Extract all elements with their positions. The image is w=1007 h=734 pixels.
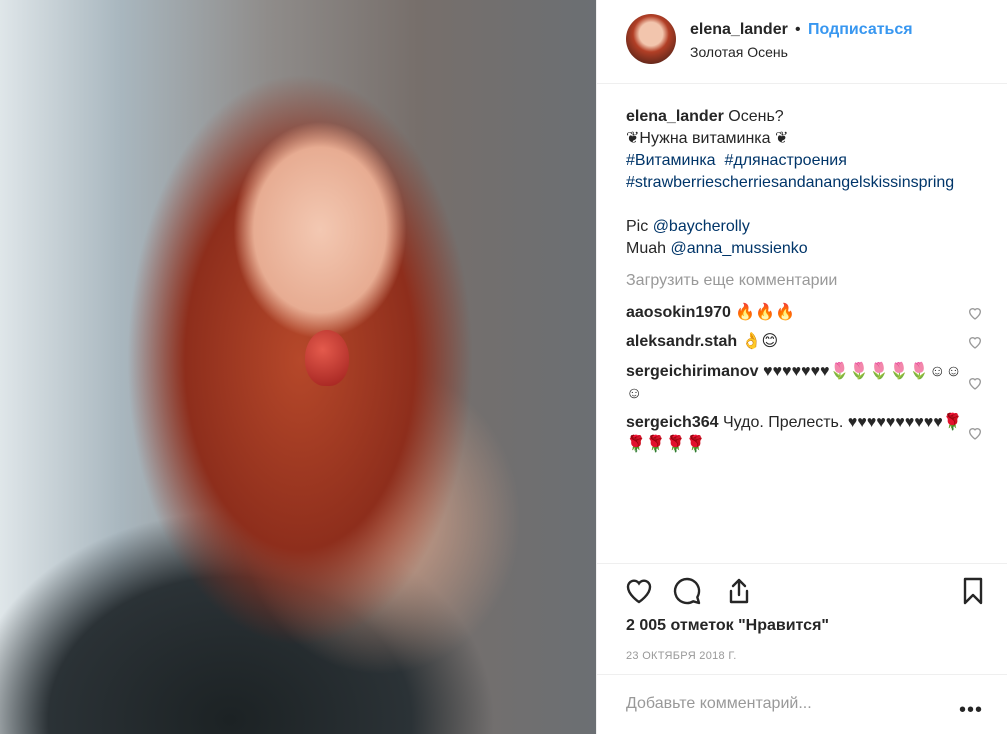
caption-pic-line: Pic @baycherolly <box>626 216 996 238</box>
instagram-post: elena_lander • Подписаться Золотая Осень… <box>0 0 1007 734</box>
post-sidebar: elena_lander • Подписаться Золотая Осень… <box>596 0 1007 734</box>
comment-item: aleksandr.stah 👌😊 <box>626 331 966 353</box>
load-more-comments-button[interactable]: Загрузить еще комментарии <box>626 272 837 290</box>
post-date[interactable]: 23 ОКТЯБРЯ 2018 Г. <box>626 650 737 662</box>
caption-tags-row: #Витаминка #длянастроения <box>626 150 996 172</box>
location-link[interactable]: Золотая Осень <box>690 44 788 60</box>
small-heart-icon[interactable] <box>967 305 983 321</box>
caption: elena_lander Осень? ❦Нужна витаминка ❦ #… <box>626 106 996 260</box>
caption-line-1: elena_lander Осень? <box>626 106 996 128</box>
add-comment-input[interactable] <box>626 695 946 713</box>
caption-username[interactable]: elena_lander <box>626 108 724 125</box>
mention-link[interactable]: @baycherolly <box>653 218 750 235</box>
caption-text: Осень? <box>728 108 784 125</box>
avatar[interactable] <box>626 14 676 64</box>
more-options-icon[interactable]: ••• <box>959 699 983 722</box>
header-username[interactable]: elena_lander <box>690 21 788 39</box>
follow-button[interactable]: Подписаться <box>808 21 913 39</box>
comment-bubble-icon[interactable] <box>671 575 703 607</box>
hashtag-link[interactable]: #strawberriescherriesandanangelskissinsp… <box>626 172 996 194</box>
comment-username[interactable]: sergeich364 <box>626 414 719 431</box>
comment-item: sergeichirimanov ♥♥♥♥♥♥♥🌷🌷🌷🌷🌷☺☺☺ <box>626 361 966 405</box>
mention-link[interactable]: @anna_mussienko <box>670 240 807 257</box>
comment-text: 🔥🔥🔥 <box>735 304 796 321</box>
header-bullet: • <box>795 21 801 38</box>
comment-username[interactable]: aaosokin1970 <box>626 304 731 321</box>
hashtag-link[interactable]: #длянастроения <box>724 152 846 169</box>
small-heart-icon[interactable] <box>967 425 983 441</box>
bookmark-icon[interactable] <box>957 575 989 607</box>
comment-text: 👌😊 <box>741 333 779 350</box>
caption-line-2: ❦Нужна витаминка ❦ <box>626 130 789 147</box>
strawberry-shape <box>305 330 349 386</box>
pic-prefix: Pic <box>626 218 649 235</box>
post-photo[interactable] <box>0 0 596 734</box>
small-heart-icon[interactable] <box>967 375 983 391</box>
actions-divider <box>597 563 1007 564</box>
add-comment-section: ••• <box>597 674 1007 734</box>
comment-item: aaosokin1970 🔥🔥🔥 <box>626 302 966 324</box>
heart-icon[interactable] <box>623 575 655 607</box>
comment-username[interactable]: aleksandr.stah <box>626 333 737 350</box>
small-heart-icon[interactable] <box>967 334 983 350</box>
comment-item: sergeich364 Чудо. Прелесть. ♥♥♥♥♥♥♥♥♥♥🌹🌹… <box>626 412 966 456</box>
likes-count[interactable]: 2 005 отметок "Нравится" <box>626 617 829 635</box>
caption-muah-line: Muah @anna_mussienko <box>626 238 996 260</box>
muah-prefix: Muah <box>626 240 667 257</box>
post-header: elena_lander • Подписаться Золотая Осень <box>597 0 1007 84</box>
hashtag-link[interactable]: #Витаминка <box>626 152 716 169</box>
comment-username[interactable]: sergeichirimanov <box>626 363 759 380</box>
share-icon[interactable] <box>723 575 755 607</box>
